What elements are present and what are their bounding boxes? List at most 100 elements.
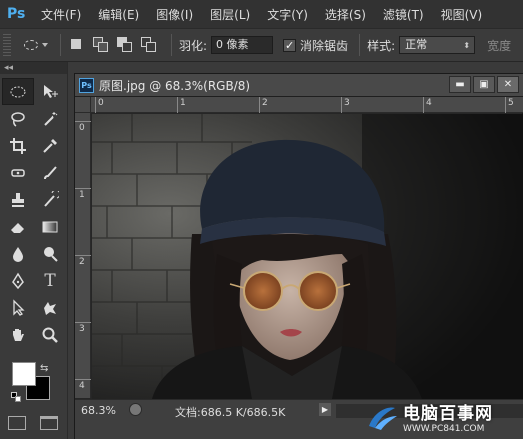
- separator: [359, 34, 361, 56]
- brush-icon: [44, 165, 57, 179]
- ruler-h-label: 3: [344, 98, 350, 108]
- type-tool[interactable]: T: [34, 267, 66, 294]
- tools-panel: ◂◂ T ⇆: [0, 62, 68, 439]
- select-arrows-icon: ⬍: [463, 41, 471, 50]
- menu-type[interactable]: 文字(Y): [267, 6, 308, 23]
- style-select[interactable]: 正常 ⬍: [399, 36, 476, 54]
- history-brush-tool[interactable]: [34, 186, 66, 213]
- gradient-icon: [42, 221, 58, 232]
- history-brush-icon: [44, 190, 59, 207]
- close-button[interactable]: ✕: [497, 76, 519, 93]
- ps-logo: Ps: [7, 6, 26, 22]
- blur-tool[interactable]: [2, 240, 34, 267]
- photoshop-app: Ps 文件(F) 编辑(E) 图像(I) 图层(L) 文字(Y) 选择(S) 滤…: [0, 0, 523, 439]
- ruler-h-label: 5: [508, 98, 514, 108]
- menu-edit[interactable]: 编辑(E): [98, 6, 139, 23]
- feather-input[interactable]: 0 像素: [211, 36, 274, 54]
- elliptical-marquee-icon: [10, 86, 26, 97]
- move-tool[interactable]: [34, 78, 66, 105]
- move-icon: [44, 84, 58, 98]
- document-title: 原图.jpg @ 68.3%(RGB/8): [99, 78, 251, 93]
- default-colors-icon[interactable]: [11, 392, 21, 402]
- menu-layer[interactable]: 图层(L): [210, 6, 250, 23]
- options-bar: 羽化: 0 像素 ✓ 消除锯齿 样式: 正常 ⬍ 宽度: [0, 28, 523, 62]
- swap-colors-icon[interactable]: ⇆: [40, 363, 48, 374]
- hand-tool[interactable]: [2, 321, 34, 348]
- collapse-toolbar-button[interactable]: ◂◂: [0, 62, 67, 74]
- antialias-checkbox[interactable]: ✓: [283, 38, 297, 52]
- maximize-button[interactable]: ▣: [473, 76, 495, 93]
- subtract-selection-button[interactable]: [116, 36, 134, 54]
- horizontal-ruler[interactable]: 0 1 2 3 4 5: [91, 97, 523, 113]
- separator: [60, 34, 61, 56]
- document-title-bar[interactable]: Ps 原图.jpg @ 68.3%(RGB/8) ▬ ▣ ✕: [75, 74, 523, 97]
- new-selection-icon: [71, 39, 81, 49]
- photo-portrait: [92, 114, 523, 399]
- zoom-level[interactable]: 68.3%: [81, 404, 116, 417]
- add-selection-icon-2: [98, 42, 108, 52]
- chevron-down-icon: [42, 43, 48, 47]
- add-selection-button[interactable]: [92, 36, 110, 54]
- eraser-icon: [11, 222, 24, 233]
- intersect-selection-button[interactable]: [140, 36, 158, 54]
- ruler-v-label: 0: [79, 123, 85, 133]
- bandage-icon: [11, 168, 25, 177]
- minimize-icon: ▬: [455, 79, 465, 90]
- status-menu-button[interactable]: ▶: [319, 403, 331, 416]
- custom-shape-tool[interactable]: [34, 294, 66, 321]
- eraser-tool[interactable]: [2, 213, 34, 240]
- magic-wand-tool[interactable]: [34, 105, 66, 132]
- style-select-value: 正常: [405, 38, 428, 51]
- elliptical-marquee-tool[interactable]: [2, 78, 34, 105]
- new-selection-button[interactable]: [68, 36, 86, 54]
- width-label: 宽度: [487, 38, 512, 53]
- custom-shape-icon: [44, 301, 56, 315]
- document-size-info: 文档:686.5 K/686.5K: [175, 406, 286, 419]
- screen-mode-icon[interactable]: [40, 416, 58, 430]
- minimize-button[interactable]: ▬: [449, 76, 471, 93]
- foreground-color-swatch[interactable]: [12, 362, 36, 386]
- menu-file[interactable]: 文件(F): [41, 6, 81, 23]
- zoom-tool[interactable]: [34, 321, 66, 348]
- options-grip[interactable]: [3, 34, 11, 56]
- vertical-ruler[interactable]: 0 1 2 3 4: [75, 113, 91, 398]
- menu-select[interactable]: 选择(S): [325, 6, 366, 23]
- menu-view[interactable]: 视图(V): [441, 6, 483, 23]
- menu-filter[interactable]: 滤镜(T): [383, 6, 424, 23]
- intersect-selection-icon-2: [146, 42, 156, 52]
- site-watermark: 电脑百事网 WWW.PC841.COM: [365, 394, 523, 439]
- style-label: 样式:: [367, 38, 396, 53]
- maximize-icon: ▣: [479, 79, 489, 90]
- ruler-h-label: 1: [180, 98, 186, 108]
- type-t-icon: T: [44, 270, 56, 291]
- quick-mask-icon[interactable]: [8, 416, 26, 430]
- crop-tool[interactable]: [2, 132, 34, 159]
- lasso-icon: [11, 111, 25, 127]
- elliptical-marquee-icon: [24, 40, 38, 50]
- tool-preset-picker[interactable]: [19, 33, 53, 57]
- ruler-h-label: 2: [262, 98, 268, 108]
- watermark-cn-text: 电脑百事网: [403, 404, 493, 424]
- subtract-selection-icon-2: [122, 42, 132, 52]
- ruler-origin[interactable]: [75, 97, 91, 113]
- dodge-tool[interactable]: [34, 240, 66, 267]
- menu-image[interactable]: 图像(I): [156, 6, 193, 23]
- clone-stamp-tool[interactable]: [2, 186, 34, 213]
- status-info-icon[interactable]: [129, 403, 142, 416]
- ruler-v-label: 3: [79, 324, 85, 334]
- blur-drop-icon: [13, 246, 23, 262]
- eyedropper-tool[interactable]: [34, 132, 66, 159]
- magnifier-icon: [42, 327, 58, 343]
- gradient-tool[interactable]: [34, 213, 66, 240]
- hand-icon: [13, 328, 24, 341]
- brush-tool[interactable]: [34, 159, 66, 186]
- play-right-icon: ▶: [321, 405, 329, 414]
- lasso-tool[interactable]: [2, 105, 34, 132]
- ruler-h-label: 0: [98, 98, 104, 108]
- menu-bar: Ps 文件(F) 编辑(E) 图像(I) 图层(L) 文字(Y) 选择(S) 滤…: [0, 0, 523, 28]
- pen-tool[interactable]: [2, 267, 34, 294]
- document-window: Ps 原图.jpg @ 68.3%(RGB/8) ▬ ▣ ✕ 0 1 2 3 4…: [74, 73, 523, 439]
- document-canvas[interactable]: [92, 114, 523, 399]
- path-selection-tool[interactable]: [2, 294, 34, 321]
- spot-healing-tool[interactable]: [2, 159, 34, 186]
